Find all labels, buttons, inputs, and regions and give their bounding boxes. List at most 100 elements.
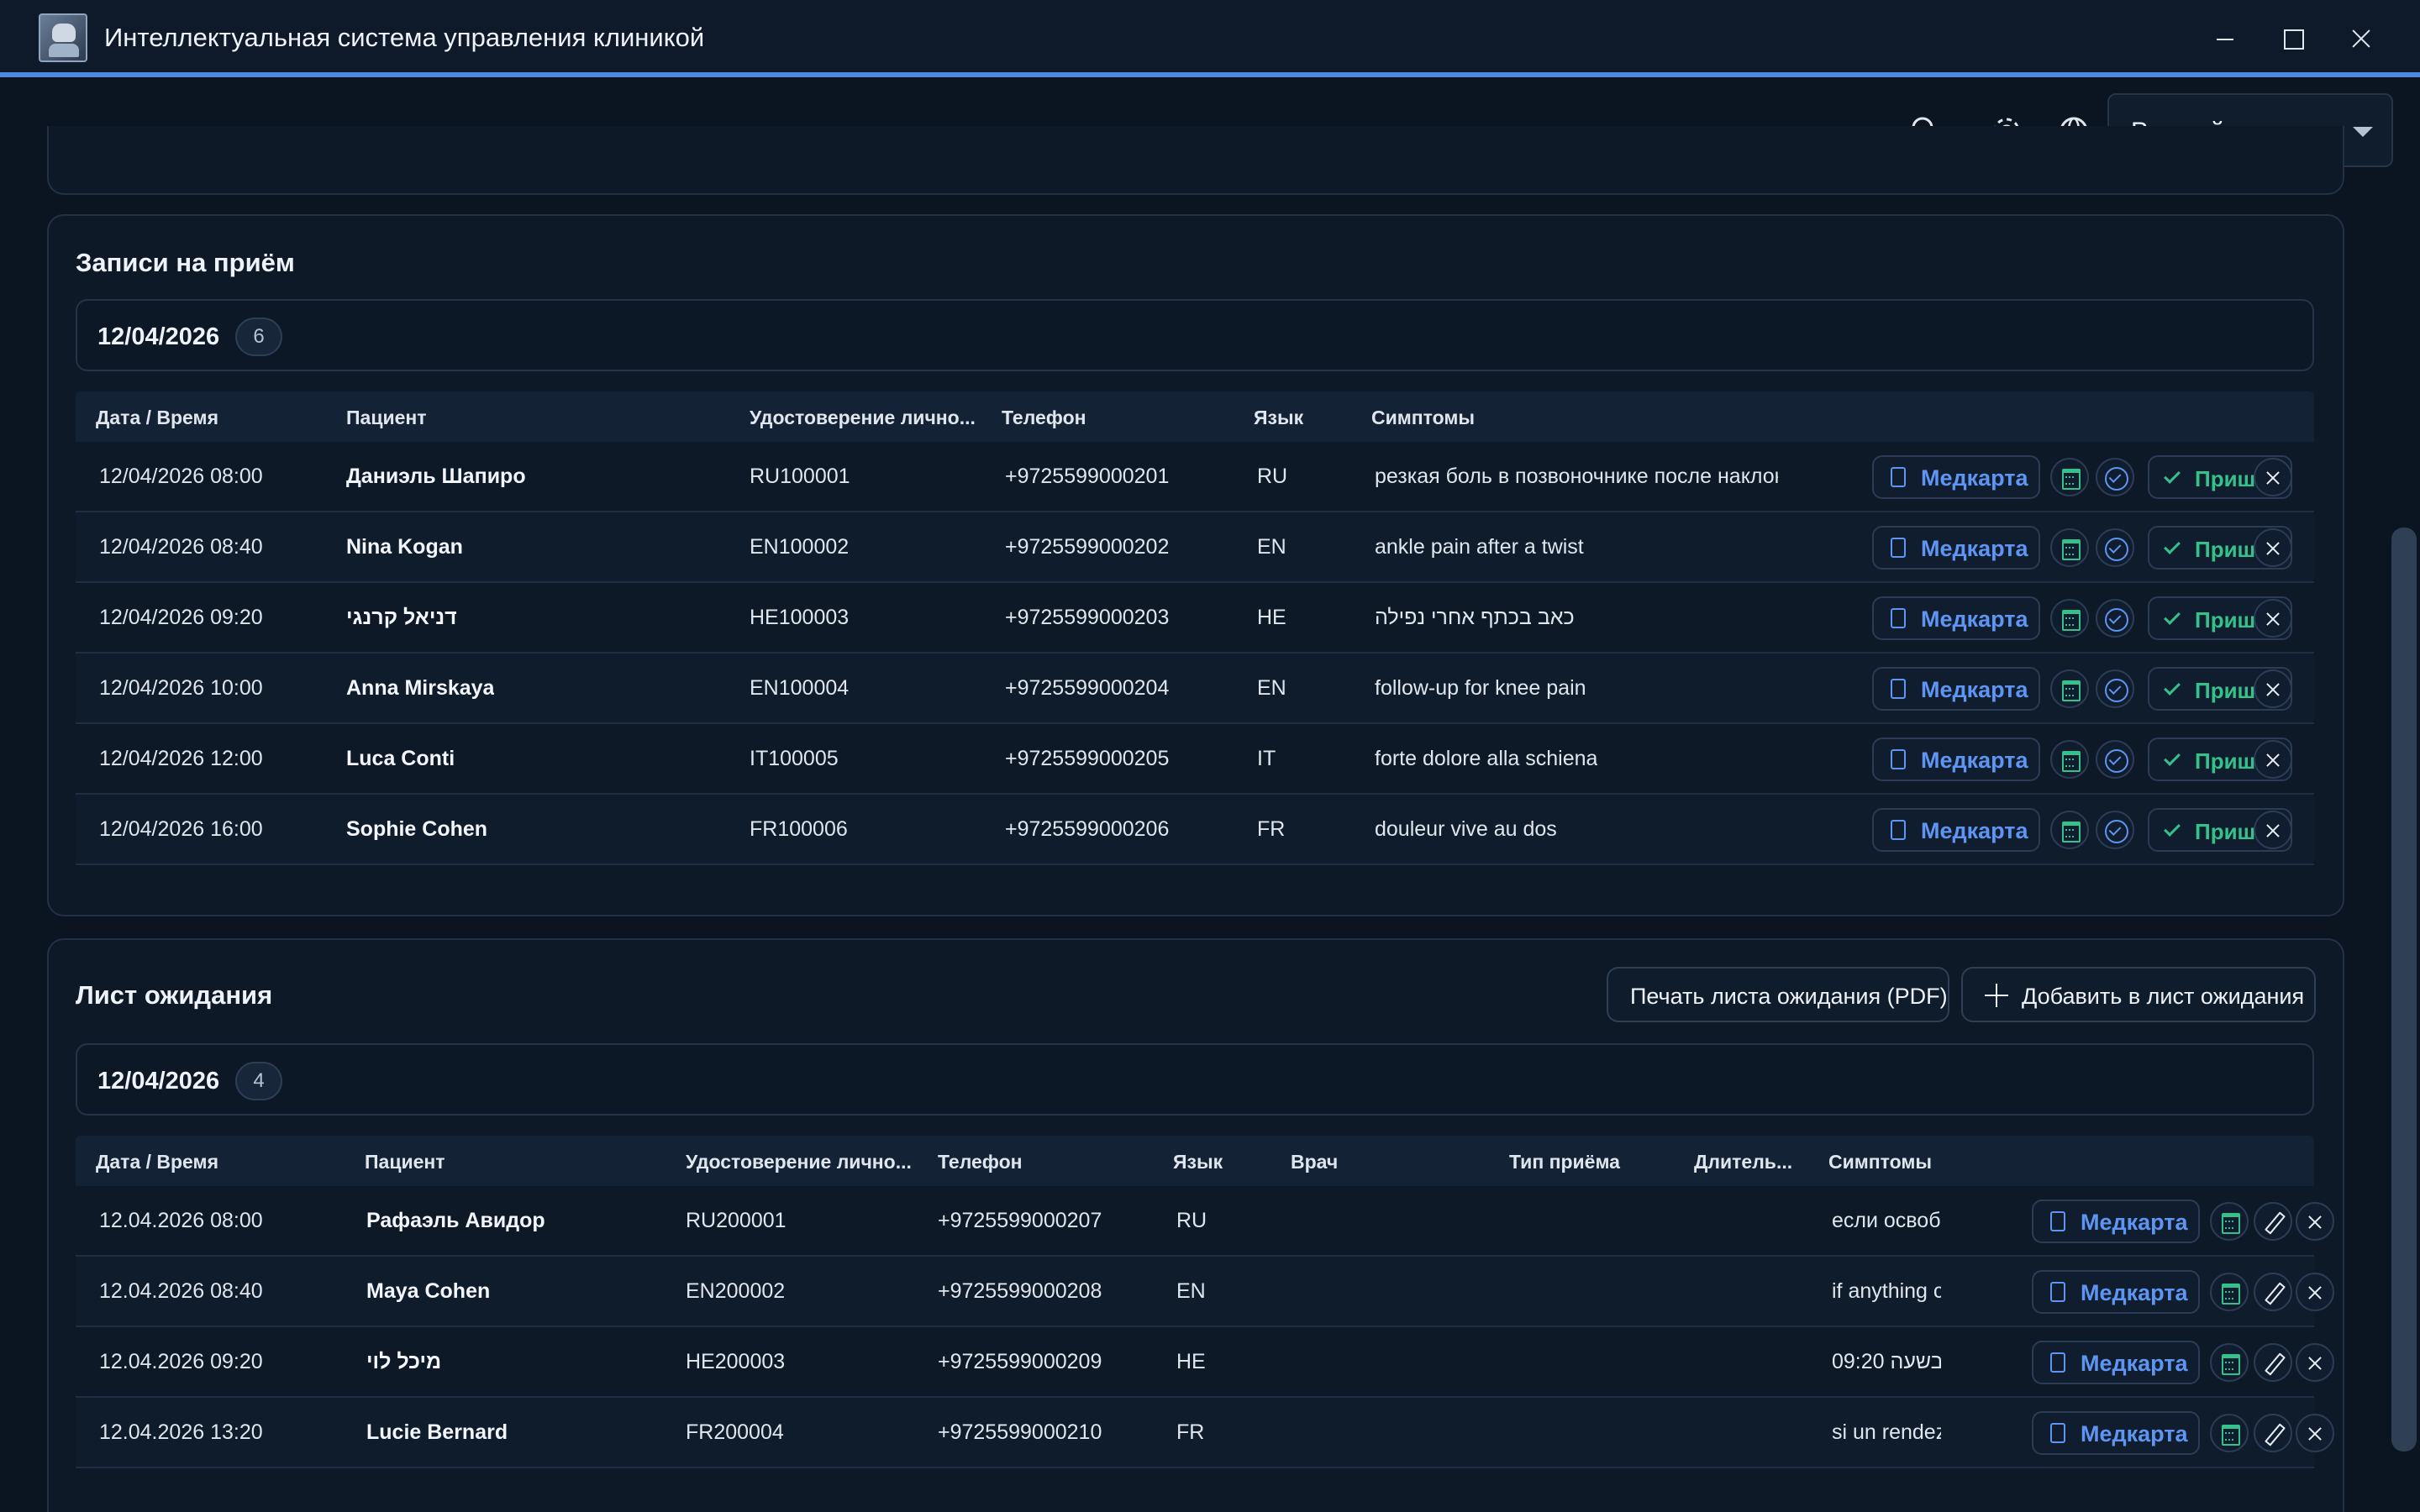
col-phone[interactable]: Телефон [1002,407,1086,429]
col-patient[interactable]: Пациент [346,407,427,429]
appointments-date-group[interactable]: 12/04/2026 6 [76,299,2314,371]
appointments-title: Записи на приём [76,248,295,277]
confirm-icon[interactable] [2096,811,2134,849]
medical-card-button[interactable]: Медкарта [1872,738,2040,781]
col-visit-type[interactable]: Тип приёма [1509,1151,1620,1173]
minimize-icon[interactable] [2205,18,2245,59]
cancel-icon[interactable] [2254,599,2292,638]
col-id[interactable]: Удостоверение лично... [686,1151,912,1173]
col-symptoms[interactable]: Симптомы [1828,1151,1932,1173]
edit-icon[interactable] [2254,1202,2292,1241]
remove-icon[interactable] [2296,1273,2334,1311]
cell-id: FR100006 [750,817,848,841]
col-language[interactable]: Язык [1173,1151,1223,1173]
card-icon [1891,608,1906,628]
calendar-icon[interactable] [2050,811,2089,849]
col-id[interactable]: Удостоверение лично... [750,407,976,429]
col-datetime[interactable]: Дата / Время [96,407,218,429]
close-icon[interactable] [2341,18,2381,59]
calendar-icon[interactable] [2210,1202,2249,1241]
cell-lang: EN [1257,535,1286,559]
confirm-icon[interactable] [2096,740,2134,779]
calendar-icon[interactable] [2050,740,2089,779]
cell-symptoms: follow-up for knee pain [1375,676,1586,700]
table-row[interactable]: 12.04.2026 08:40 Maya Cohen EN200002 +97255… [76,1257,2334,1327]
calendar-icon[interactable] [2210,1273,2249,1311]
cancel-icon[interactable] [2254,811,2292,849]
cell-patient: Даниэль Шапиро [346,465,526,488]
col-language[interactable]: Язык [1254,407,1303,429]
confirm-icon[interactable] [2096,528,2134,567]
remove-icon[interactable] [2296,1202,2334,1241]
table-row[interactable]: 12/04/2026 08:40 Nina Kogan EN100002 +97255… [76,512,2314,583]
check-icon [2164,749,2181,766]
cell-lang: RU [1257,465,1288,488]
table-row[interactable]: 12.04.2026 13:20 Lucie Bernard FR200004 +97… [76,1398,2334,1468]
cell-symptoms: forte dolore alla schiena [1375,747,1598,770]
cancel-icon[interactable] [2254,740,2292,779]
medical-card-button[interactable]: Медкарта [1872,526,2040,570]
col-patient[interactable]: Пациент [365,1151,445,1173]
medical-card-button[interactable]: Медкарта [1872,808,2040,852]
cell-symptoms: douleur vive au dos [1375,817,1557,841]
col-datetime[interactable]: Дата / Время [96,1151,218,1173]
calendar-icon[interactable] [2050,528,2089,567]
medical-card-button[interactable]: Медкарта [2032,1411,2200,1455]
remove-icon[interactable] [2296,1414,2334,1452]
waitlist-count-badge: 4 [235,1062,282,1100]
cancel-icon[interactable] [2254,669,2292,708]
confirm-icon[interactable] [2096,599,2134,638]
confirm-icon[interactable] [2096,669,2134,708]
scrollbar-thumb[interactable] [2391,528,2417,1452]
app-logo-icon [39,13,87,62]
cancel-icon[interactable] [2254,528,2292,567]
print-waitlist-button[interactable]: Печать листа ожидания (PDF) [1607,967,1949,1022]
calendar-icon[interactable] [2210,1414,2249,1452]
table-row[interactable]: 12/04/2026 16:00 Sophie Cohen FR100006 +972… [76,795,2314,865]
cell-lang: FR [1257,817,1286,841]
cell-id: EN200002 [686,1279,786,1303]
maximize-icon[interactable] [2272,18,2312,59]
medical-card-button[interactable]: Медкарта [2032,1341,2200,1384]
waitlist-panel: Лист ожидания Печать листа ожидания (PDF… [47,938,2344,1512]
calendar-icon[interactable] [2050,458,2089,496]
medical-card-button[interactable]: Медкарта [2032,1200,2200,1243]
confirm-icon[interactable] [2096,458,2134,496]
col-doctor[interactable]: Врач [1291,1151,1338,1173]
medical-card-button[interactable]: Медкарта [1872,667,2040,711]
edit-icon[interactable] [2254,1414,2292,1452]
col-duration[interactable]: Длитель... [1694,1151,1792,1173]
table-row[interactable]: 12/04/2026 08:00 Даниэль Шапиро RU100001 +9… [76,442,2314,512]
edit-icon[interactable] [2254,1343,2292,1382]
table-row[interactable]: 12.04.2026 08:00 Рафаэль Авидор RU200001 +9… [76,1186,2334,1257]
remove-icon[interactable] [2296,1343,2334,1382]
medical-card-button[interactable]: Медкарта [1872,455,2040,499]
waitlist-date-group[interactable]: 12/04/2026 4 [76,1043,2314,1116]
cell-datetime: 12.04.2026 13:20 [99,1420,263,1444]
appointments-panel: Записи на приём 12/04/2026 6 Дата / Врем… [47,214,2344,916]
col-phone[interactable]: Телефон [938,1151,1023,1173]
cancel-icon[interactable] [2254,458,2292,496]
medical-card-button[interactable]: Медкарта [2032,1270,2200,1314]
cell-id: IT100005 [750,747,839,770]
cell-lang: IT [1257,747,1276,770]
table-row[interactable]: 12/04/2026 09:20 דניאל קרנגי HE100003 +9725… [76,583,2314,654]
calendar-icon[interactable] [2050,599,2089,638]
cell-id: EN100004 [750,676,850,700]
medical-card-button[interactable]: Медкарта [1872,596,2040,640]
table-row[interactable]: 12.04.2026 09:20 מיכל לוי HE200003 +9725599… [76,1327,2334,1398]
cell-datetime: 12.04.2026 08:00 [99,1209,263,1232]
window-title: Интеллектуальная система управления клин… [104,23,705,52]
check-icon [2164,538,2181,554]
calendar-icon[interactable] [2050,669,2089,708]
card-icon [2050,1282,2065,1302]
card-icon [1891,467,1906,487]
calendar-icon[interactable] [2210,1343,2249,1382]
cell-symptoms: כאב בכתף אחרי נפילה [1375,606,1575,629]
add-to-waitlist-button[interactable]: Добавить в лист ожидания [1961,967,2316,1022]
col-symptoms[interactable]: Симптомы [1371,407,1475,429]
title-bar: Интеллектуальная система управления клин… [0,0,2420,77]
table-row[interactable]: 12/04/2026 12:00 Luca Conti IT100005 +97255… [76,724,2314,795]
edit-icon[interactable] [2254,1273,2292,1311]
table-row[interactable]: 12/04/2026 10:00 Anna Mirskaya EN100004 +97… [76,654,2314,724]
